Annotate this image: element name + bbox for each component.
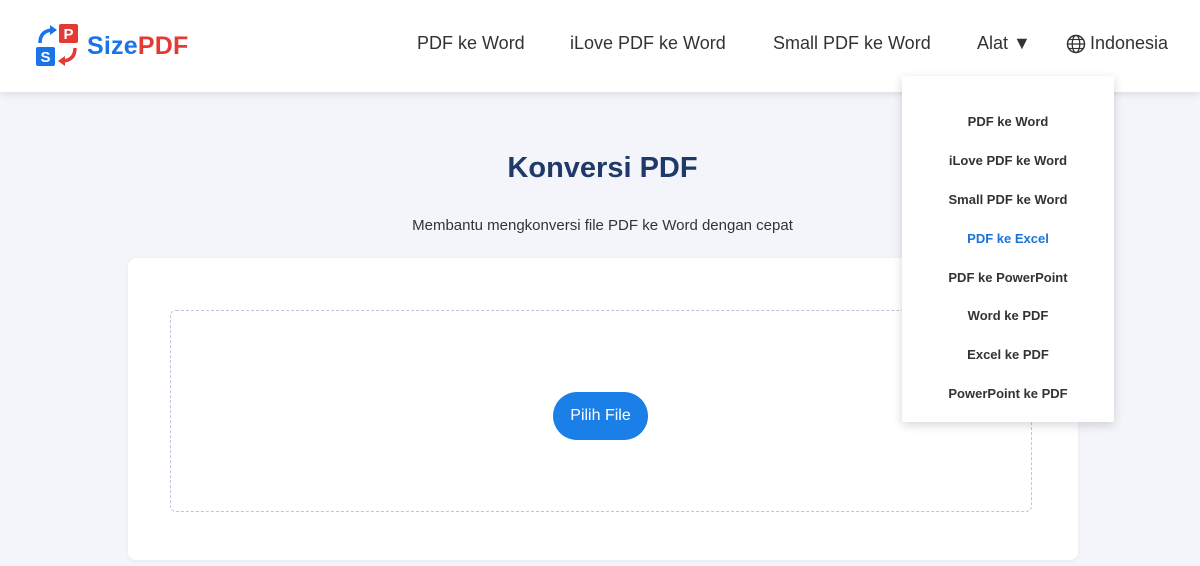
tools-dropdown-menu: PDF ke Word iLove PDF ke Word Small PDF …	[902, 76, 1114, 422]
globe-icon	[1066, 34, 1090, 54]
logo[interactable]: P S SizePDF	[35, 22, 188, 70]
nav-alat-dropdown[interactable]: Alat ▼	[977, 33, 1031, 54]
menu-item-pdf-ke-excel[interactable]: PDF ke Excel	[902, 231, 1114, 246]
menu-item-small-pdf-ke-word[interactable]: Small PDF ke Word	[902, 192, 1114, 207]
nav-ilove-pdf-ke-word[interactable]: iLove PDF ke Word	[570, 33, 726, 54]
svg-text:P: P	[63, 26, 73, 43]
menu-item-powerpoint-ke-pdf[interactable]: PowerPoint ke PDF	[902, 386, 1114, 401]
nav-pdf-ke-word[interactable]: PDF ke Word	[417, 33, 525, 54]
sizepdf-logo-icon: P S	[35, 23, 81, 69]
brand-name-part2: PDF	[137, 31, 189, 60]
svg-text:S: S	[40, 49, 50, 66]
nav-small-pdf-ke-word[interactable]: Small PDF ke Word	[773, 33, 931, 54]
pick-file-button[interactable]: Pilih File	[553, 392, 648, 440]
language-label: Indonesia	[1090, 33, 1169, 53]
menu-item-ilove-pdf-ke-word[interactable]: iLove PDF ke Word	[902, 153, 1114, 168]
menu-item-excel-ke-pdf[interactable]: Excel ke PDF	[902, 347, 1114, 362]
brand-name-part1: Size	[87, 31, 138, 60]
brand-name: SizePDF	[87, 32, 188, 61]
menu-item-pdf-ke-powerpoint[interactable]: PDF ke PowerPoint	[902, 270, 1114, 285]
menu-item-word-ke-pdf[interactable]: Word ke PDF	[902, 308, 1114, 323]
menu-item-pdf-ke-word[interactable]: PDF ke Word	[902, 114, 1114, 129]
language-selector[interactable]: Indonesia	[1066, 33, 1168, 54]
